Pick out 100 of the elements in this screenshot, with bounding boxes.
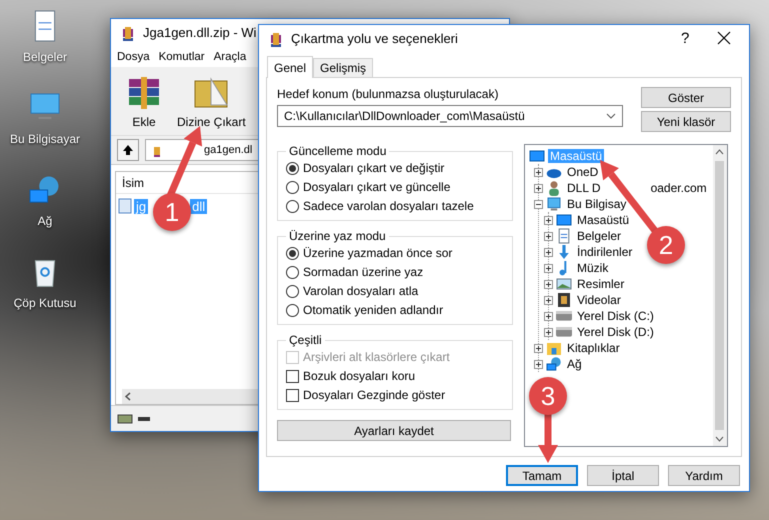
monitor-icon [556,212,572,228]
person-icon [546,180,562,196]
expand-toggle[interactable] [534,168,543,176]
radio-button[interactable] [286,162,299,174]
radio-button[interactable] [286,200,299,212]
tree-item[interactable]: Yerel Disk (C:) [575,309,656,323]
plus-icon [545,328,552,336]
expand-toggle[interactable] [544,312,553,320]
expand-toggle[interactable] [544,296,553,304]
field-label: Hedef konum (bulunmazsa oluşturulacak) [277,87,500,101]
drive-icon [556,311,572,321]
radio-button[interactable] [286,284,299,298]
expand-toggle[interactable] [544,264,553,272]
computer-icon [546,196,562,212]
plus-icon [535,360,542,368]
down-caret-icon [715,436,724,442]
vertical-scrollbar[interactable] [712,145,727,446]
expand-toggle[interactable] [544,232,553,240]
expand-toggle[interactable] [544,280,553,288]
tree-item[interactable]: İndirilenler [575,245,634,259]
plus-icon [545,232,552,240]
tree-item[interactable]: Masaüstü [575,213,632,227]
tree-item[interactable]: Resimler [575,277,626,291]
up-folder-button[interactable] [117,139,139,161]
expand-toggle[interactable] [544,248,553,256]
option-label: Dosyaları çıkart ve değiştir [303,161,444,175]
collapse-toggle[interactable] [534,200,543,208]
desktop-icon-label[interactable]: Ağ [38,214,52,228]
window-title: Jga1gen.dll.zip - Wi [143,24,256,40]
tree-item[interactable]: Yerel Disk (D:) [575,325,656,339]
tree-item[interactable]: Müzik [575,261,610,275]
tree-item[interactable]: DLL D [565,181,603,195]
group-title: Güncelleme modu [288,144,388,158]
option-label: Üzerine yazmadan önce sor [303,246,452,260]
picture-icon [556,276,572,292]
tree-item[interactable]: oader.com [648,181,709,195]
option-label: Sormadan üzerine yaz [303,265,424,279]
tree-item[interactable]: Ağ [565,357,584,371]
expand-toggle[interactable] [544,216,553,224]
dialog-button[interactable]: Tamam [506,465,578,486]
option-label: Arşivleri alt klasörlere çıkart [303,350,450,364]
up-caret-icon [715,149,724,155]
plus-icon [535,184,542,192]
drive-icon [117,412,133,424]
tab[interactable]: Gelişmiş [313,58,374,77]
plus-icon [545,248,552,256]
option-label: Varolan dosyaları atla [303,284,418,298]
toolbar-button[interactable]: Dizine Çıkart [175,71,248,131]
tree-item[interactable]: Kitaplıklar [565,341,622,355]
plus-icon [535,344,542,352]
destination-combo-box[interactable]: C:\Kullanıcılar\DllDownloader_com\Masaüstü [277,105,623,127]
plus-icon [545,280,552,288]
plus-icon [535,168,542,176]
menu-item[interactable]: Dosya [117,51,150,63]
plus-icon [545,216,552,224]
file-icon [118,198,132,214]
radio-button[interactable] [286,180,299,194]
radio-button[interactable] [286,304,299,316]
dropdown-caret-icon [606,113,616,119]
tree-item[interactable]: Bu Bilgisay [565,197,628,211]
desktop-icon-label[interactable]: Bu Bilgisayar [10,132,80,146]
dialog-title: Çıkartma yolu ve seçenekleri [291,30,458,46]
tree-item[interactable]: Videolar [575,293,623,307]
dialog-button[interactable]: Göster [641,87,731,108]
dialog-button[interactable]: İptal [587,465,659,486]
plus-icon [545,264,552,272]
radio-button[interactable] [286,246,299,260]
network-globe-icon [546,356,562,372]
group-title: Çeşitli [288,333,323,347]
checkbox[interactable] [286,388,299,402]
toolbar-button[interactable]: Ekle [123,71,165,131]
film-icon [556,292,572,308]
document-icon [556,228,572,244]
tab[interactable]: Genel [267,56,314,78]
expand-toggle[interactable] [534,344,543,352]
dialog-button[interactable]: Yardım [668,465,740,486]
checkbox[interactable] [286,370,299,382]
close-icon[interactable] [717,31,731,45]
tree-item[interactable]: OneD [565,165,600,179]
monitor-icon [529,148,545,164]
menu-item[interactable]: Araçla [214,51,246,63]
expand-toggle[interactable] [534,184,543,192]
option-label: Dosyaları Gezginde göster [303,388,446,402]
option-label: Otomatik yeniden adlandır [303,303,444,317]
save-settings-button[interactable]: Ayarları kaydet [277,420,511,441]
annotation-arrow [538,414,558,463]
group-title: Üzerine yaz modu [288,229,387,243]
menu-item[interactable]: Komutlar [158,51,205,63]
dialog-button[interactable]: Yeni klasör [641,111,731,132]
desktop-icon-label[interactable]: Çöp Kutusu [14,296,76,310]
help-button[interactable]: ? [681,30,711,46]
expand-toggle[interactable] [544,328,553,336]
option-label: Bozuk dosyaları koru [303,369,416,383]
drive-icon [556,327,572,337]
up-arrow-icon [122,144,134,156]
option-label: Dosyaları çıkart ve güncelle [303,180,450,194]
expand-toggle[interactable] [534,360,543,368]
radio-button[interactable] [286,266,299,278]
folder-icon [546,340,562,356]
tree-item[interactable]: Belgeler [575,229,624,243]
